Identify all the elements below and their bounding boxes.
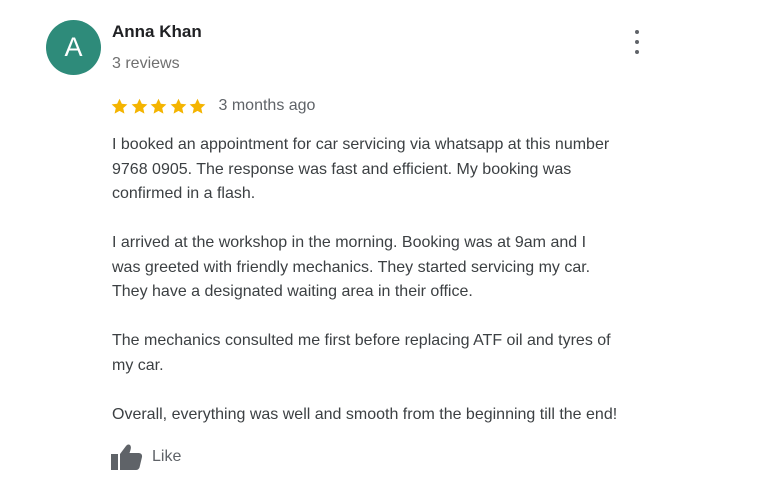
star-icon [130, 97, 149, 116]
like-button[interactable]: Like [110, 443, 181, 471]
review-count: 3 reviews [112, 55, 180, 72]
star-icon [110, 97, 129, 116]
star-icon [188, 97, 207, 116]
review-paragraph: I booked an appointment for car servicin… [112, 136, 610, 202]
menu-dot [635, 50, 639, 54]
review-text: I booked an appointment for car servicin… [112, 133, 712, 452]
menu-dot [635, 40, 639, 44]
avatar[interactable]: A [46, 20, 101, 75]
star-icon [169, 97, 188, 116]
reviewer-name[interactable]: Anna Khan [112, 22, 202, 42]
rating-row: 3 months ago [110, 94, 315, 118]
review-paragraph: The mechanics consulted me first before … [112, 332, 611, 374]
more-options-icon[interactable] [626, 30, 648, 54]
review-card: A Anna Khan 3 reviews 3 months ago I boo… [0, 0, 781, 500]
review-time: 3 months ago [218, 97, 316, 114]
like-label: Like [152, 448, 182, 465]
thumbs-up-icon [111, 444, 143, 470]
review-paragraph: Overall, everything was well and smooth … [112, 405, 618, 423]
menu-dot [635, 30, 639, 34]
review-paragraph: I arrived at the workshop in the morning… [112, 234, 591, 300]
star-icon [149, 97, 168, 116]
star-rating [110, 97, 208, 116]
